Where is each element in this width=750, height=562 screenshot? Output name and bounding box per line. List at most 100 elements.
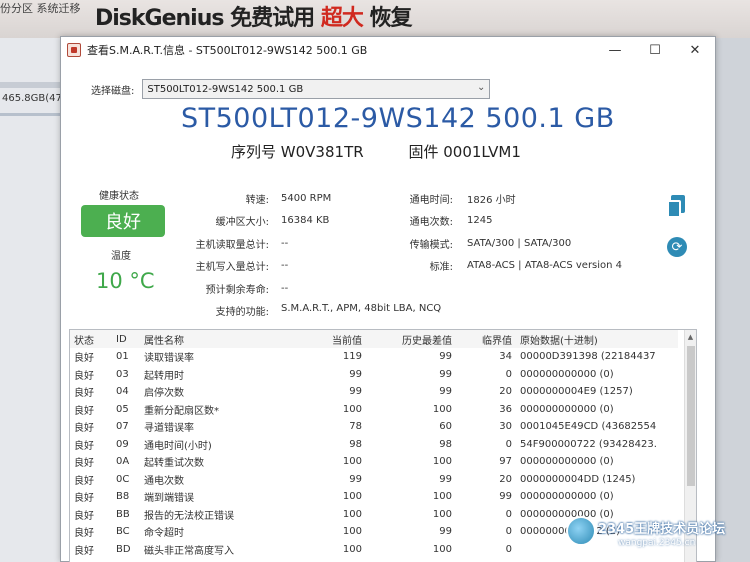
column-header-id[interactable]: ID	[112, 330, 140, 348]
cell-current: 100	[342, 508, 362, 520]
info-grid-left: 转速: 5400 RPM 缓冲区大小: 16384 KB 主机读取量总计: --…	[181, 187, 332, 300]
health-status-badge: 良好	[81, 205, 165, 237]
column-header-name[interactable]: 属性名称	[140, 330, 308, 348]
cell-threshold: 0	[505, 526, 512, 538]
cell-worst: 99	[439, 526, 452, 538]
info-row: 通电时间: 1826 小时	[371, 187, 622, 210]
cell-name: 启停次数	[144, 388, 184, 400]
banner-highlight: 超大	[320, 6, 364, 31]
info-value: --	[281, 237, 289, 249]
cell-status: 良好	[74, 388, 94, 400]
cell-raw: 000000000000 (0)	[520, 368, 614, 380]
info-grid-right: 通电时间: 1826 小时 通电次数: 1245 传输模式: SATA/300 …	[371, 187, 622, 277]
info-value: ATA8-ACS | ATA8-ACS version 4	[467, 260, 623, 272]
table-row[interactable]: 良好 01 读取错误率 119 99 34 00000D391398 (2218…	[70, 348, 678, 366]
watermark-title: 2345王牌技术员论坛	[598, 522, 726, 537]
serial-label: 序列号	[231, 143, 277, 161]
cell-name: 起转用时	[144, 370, 184, 382]
side-actions: ⟳	[667, 195, 687, 257]
cell-current: 99	[349, 473, 362, 485]
cell-raw: 000000000000 (0)	[520, 491, 614, 503]
chevron-down-icon: ⌄	[476, 82, 486, 93]
disk-model-title: ST500LT012-9WS142 500.1 GB	[181, 103, 615, 134]
scroll-up-icon[interactable]: ▲	[685, 330, 696, 344]
cell-threshold: 99	[499, 491, 512, 503]
cell-id: 0C	[116, 473, 130, 485]
cell-worst: 100	[432, 508, 452, 520]
cell-status: 良好	[74, 353, 94, 365]
cell-id: BD	[116, 543, 131, 555]
info-label: 通电次数:	[409, 217, 453, 229]
close-button[interactable]: ✕	[675, 37, 715, 63]
cell-name: 磁头非正常高度写入	[144, 545, 234, 557]
table-row[interactable]: 良好 09 通电时间(小时) 98 98 0 54F900000722 (934…	[70, 436, 678, 454]
column-header-raw[interactable]: 原始数据(十进制)	[516, 330, 678, 348]
app-icon	[67, 43, 81, 57]
background-toolbar: 份分区 系统迁移 DiskGenius 免费试用 超大 恢复	[0, 0, 750, 38]
cell-name: 起转重试次数	[144, 458, 204, 470]
table-row[interactable]: 良好 05 重新分配扇区数* 100 100 36 000000000000 (…	[70, 401, 678, 419]
cell-current: 100	[342, 456, 362, 468]
cell-id: B8	[116, 491, 130, 503]
cell-status: 良好	[74, 528, 94, 540]
window-title: 查看S.M.A.R.T.信息 - ST500LT012-9WS142 500.1…	[87, 44, 368, 57]
cell-current: 99	[349, 386, 362, 398]
column-header-status[interactable]: 状态	[70, 330, 112, 348]
cell-current: 119	[342, 351, 362, 363]
column-header-current[interactable]: 当前值	[308, 330, 366, 348]
watermark-url: wangpai.2345.cn	[618, 538, 696, 548]
features-label: 支持的功能:	[215, 307, 269, 318]
info-value: 5400 RPM	[281, 192, 332, 204]
minimize-button[interactable]: —	[595, 37, 635, 63]
scrollbar-thumb[interactable]	[687, 346, 695, 486]
features-value: S.M.A.R.T., APM, 48bit LBA, NCQ	[281, 303, 442, 314]
table-row[interactable]: 良好 0A 起转重试次数 100 100 97 000000000000 (0)	[70, 453, 678, 471]
info-label: 主机读取量总计:	[195, 239, 269, 251]
cell-id: 07	[116, 421, 129, 433]
disk-select-dropdown[interactable]: ST500LT012-9WS142 500.1 GB ⌄	[142, 79, 491, 99]
background-right	[716, 38, 750, 562]
cell-worst: 98	[439, 438, 452, 450]
column-header-threshold[interactable]: 临界值	[456, 330, 516, 348]
info-row: 传输模式: SATA/300 | SATA/300	[371, 232, 622, 255]
cell-name: 通电次数	[144, 475, 184, 487]
table-row[interactable]: 良好 04 启停次数 99 99 20 0000000004E9 (1257)	[70, 383, 678, 401]
table-row[interactable]: 良好 07 寻道错误率 78 60 30 0001045E49CD (43682…	[70, 418, 678, 436]
cell-name: 重新分配扇区数*	[144, 405, 219, 417]
cell-name: 端到端错误	[144, 493, 194, 505]
copy-icon[interactable]	[667, 195, 685, 219]
cell-name: 报告的无法校正错误	[144, 510, 234, 522]
window-controls: — ☐ ✕	[595, 37, 715, 63]
serial-number: W0V381TR	[280, 143, 364, 161]
info-value: --	[281, 260, 289, 272]
refresh-icon[interactable]: ⟳	[667, 237, 687, 257]
title-bar[interactable]: 查看S.M.A.R.T.信息 - ST500LT012-9WS142 500.1…	[61, 37, 715, 63]
table-row[interactable]: 良好 B8 端到端错误 100 100 99 000000000000 (0)	[70, 488, 678, 506]
cell-id: 09	[116, 438, 129, 450]
column-header-worst[interactable]: 历史最差值	[366, 330, 456, 348]
cell-status: 良好	[74, 475, 94, 487]
cell-current: 99	[349, 368, 362, 380]
cell-worst: 100	[432, 491, 452, 503]
info-label: 主机写入量总计:	[195, 262, 269, 274]
cell-worst: 99	[439, 351, 452, 363]
features-row: 支持的功能: S.M.A.R.T., APM, 48bit LBA, NCQ	[181, 303, 442, 318]
table-row[interactable]: 良好 03 起转用时 99 99 0 000000000000 (0)	[70, 366, 678, 384]
cell-name: 通电时间(小时)	[144, 440, 212, 452]
cell-status: 良好	[74, 423, 94, 435]
cell-raw: 000000000000 (0)	[520, 403, 614, 415]
info-label: 标准:	[429, 262, 453, 274]
cell-status: 良好	[74, 510, 94, 522]
banner-offer: 免费试用	[230, 6, 315, 31]
cell-name: 寻道错误率	[144, 423, 194, 435]
table-row[interactable]: 良好 0C 通电次数 99 99 20 0000000004DD (1245)	[70, 471, 678, 489]
cell-raw: 000000000000 (0)	[520, 456, 614, 468]
cell-status: 良好	[74, 370, 94, 382]
cell-id: BC	[116, 526, 130, 538]
info-value: SATA/300 | SATA/300	[467, 237, 572, 249]
disk-select-label: 选择磁盘:	[91, 85, 135, 97]
disk-select-row: 选择磁盘: ST500LT012-9WS142 500.1 GB ⌄	[91, 79, 491, 99]
cell-status: 良好	[74, 458, 94, 470]
cell-name: 读取错误率	[144, 353, 194, 365]
maximize-button[interactable]: ☐	[635, 37, 675, 63]
